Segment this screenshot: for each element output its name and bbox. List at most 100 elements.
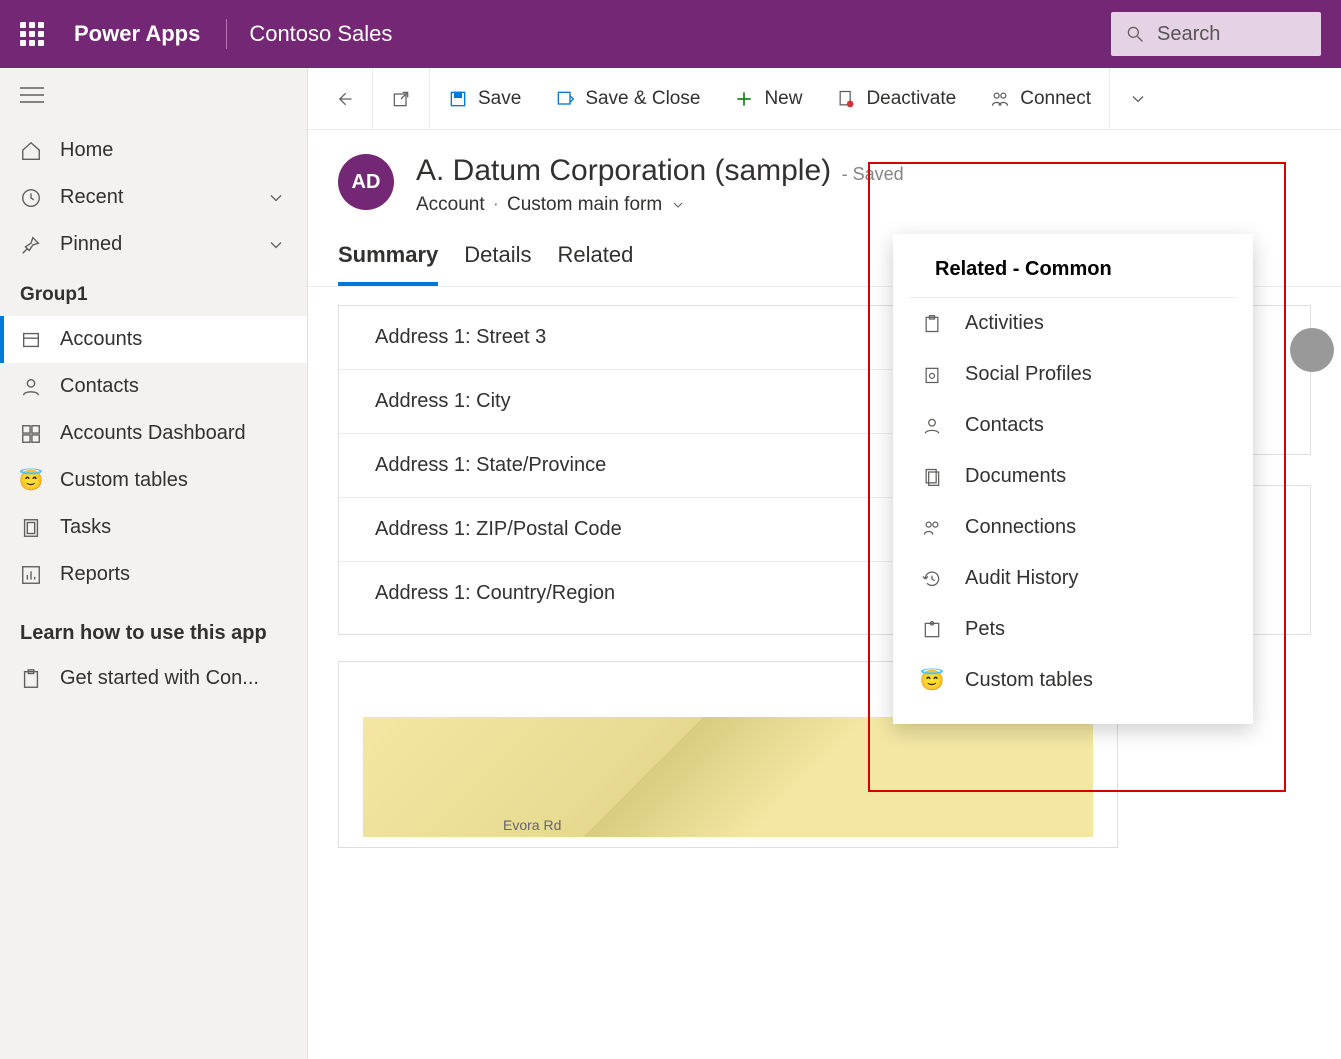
related-item-label: Connections — [965, 516, 1076, 539]
related-item-label: Custom tables — [965, 669, 1093, 692]
nav-label: Home — [60, 139, 113, 162]
sidebar-item-custom-tables[interactable]: 😇 Custom tables — [0, 457, 307, 504]
new-button[interactable]: New — [718, 68, 818, 129]
related-header: Related - Common — [909, 258, 1237, 298]
deactivate-label: Deactivate — [866, 88, 956, 110]
related-pets[interactable]: Pets — [893, 604, 1253, 655]
nav-recent[interactable]: Recent — [0, 174, 307, 221]
clipboard-icon — [921, 313, 943, 335]
sidebar-item-label: Accounts Dashboard — [60, 422, 246, 445]
related-dropdown: Related - Common Activities Social Profi… — [893, 234, 1253, 724]
related-item-label: Contacts — [965, 414, 1044, 437]
related-contacts[interactable]: Contacts — [893, 400, 1253, 451]
map-preview[interactable] — [363, 717, 1093, 837]
sidebar-item-contacts[interactable]: Contacts — [0, 363, 307, 410]
related-documents[interactable]: Documents — [893, 451, 1253, 502]
nav-home[interactable]: Home — [0, 127, 307, 174]
sidebar-item-label: Get started with Con... — [60, 667, 259, 690]
nav-label: Recent — [60, 186, 123, 209]
entity-name: Account — [416, 194, 485, 216]
sidebar-item-label: Contacts — [60, 375, 139, 398]
popout-button[interactable] — [375, 68, 427, 129]
record-title: A. Datum Corporation (sample) — [416, 154, 831, 187]
emoji-icon: 😇 — [20, 470, 42, 492]
document-icon — [20, 517, 42, 539]
sidebar-item-dashboard[interactable]: Accounts Dashboard — [0, 410, 307, 457]
person-icon — [921, 415, 943, 437]
form-selector[interactable]: Custom main form — [507, 194, 662, 216]
history-icon — [921, 568, 943, 590]
search-placeholder: Search — [1157, 23, 1220, 46]
sidenav: Home Recent Pinned Group1 Accounts Conta… — [0, 68, 308, 1059]
related-item-label: Activities — [965, 312, 1044, 335]
save-icon — [448, 89, 468, 109]
separator — [1109, 68, 1110, 130]
back-button[interactable] — [318, 68, 370, 129]
tab-related[interactable]: Related — [558, 242, 634, 286]
connect-label: Connect — [1020, 88, 1091, 110]
tab-summary[interactable]: Summary — [338, 242, 438, 286]
related-item-label: Documents — [965, 465, 1066, 488]
separator — [429, 68, 430, 130]
chart-icon — [20, 564, 42, 586]
hamburger-button[interactable] — [0, 86, 307, 127]
saved-status: - Saved — [842, 164, 904, 184]
back-arrow-icon — [334, 89, 354, 109]
chevron-down-icon — [1128, 89, 1148, 109]
search-input[interactable]: Search — [1111, 12, 1321, 56]
group-label: Group1 — [0, 268, 307, 316]
save-close-button[interactable]: Save & Close — [539, 68, 716, 129]
related-item-label: Pets — [965, 618, 1005, 641]
new-label: New — [764, 88, 802, 110]
related-item-label: Audit History — [965, 567, 1078, 590]
separator — [372, 68, 373, 130]
plus-icon — [734, 89, 754, 109]
connect-button[interactable]: Connect — [974, 68, 1107, 129]
pin-icon — [20, 234, 42, 256]
connect-icon — [990, 89, 1010, 109]
save-close-label: Save & Close — [585, 88, 700, 110]
related-social[interactable]: Social Profiles — [893, 349, 1253, 400]
sidebar-item-label: Tasks — [60, 516, 111, 539]
avatar-placeholder — [1290, 328, 1334, 372]
learn-header: Learn how to use this app — [0, 598, 307, 655]
chevron-down-icon[interactable] — [670, 197, 686, 213]
sidebar-item-label: Accounts — [60, 328, 142, 351]
save-button[interactable]: Save — [432, 68, 537, 129]
tab-details[interactable]: Details — [464, 242, 531, 286]
sidebar-item-reports[interactable]: Reports — [0, 551, 307, 598]
clipboard-gear-icon — [921, 364, 943, 386]
puzzle-icon — [921, 619, 943, 641]
sidebar-item-accounts[interactable]: Accounts — [0, 316, 307, 363]
related-custom-tables[interactable]: 😇 Custom tables — [893, 655, 1253, 706]
sidebar-item-label: Custom tables — [60, 469, 188, 492]
related-connections[interactable]: Connections — [893, 502, 1253, 553]
command-bar: Save Save & Close New Deactivate Connect — [308, 68, 1341, 130]
overflow-button[interactable] — [1112, 68, 1164, 129]
popout-icon — [391, 89, 411, 109]
related-audit[interactable]: Audit History — [893, 553, 1253, 604]
dashboard-icon — [20, 423, 42, 445]
people-icon — [921, 517, 943, 539]
divider — [226, 19, 227, 49]
nav-label: Pinned — [60, 233, 122, 256]
main-area: Save Save & Close New Deactivate Connect — [308, 68, 1341, 1059]
brand-title: Power Apps — [74, 21, 200, 47]
related-activities[interactable]: Activities — [893, 298, 1253, 349]
sidebar-item-label: Reports — [60, 563, 130, 586]
search-icon — [1125, 24, 1145, 44]
nav-pinned[interactable]: Pinned — [0, 221, 307, 268]
deactivate-button[interactable]: Deactivate — [820, 68, 972, 129]
sidebar-item-getstarted[interactable]: Get started with Con... — [0, 655, 307, 702]
app-launcher-icon[interactable] — [20, 22, 44, 46]
hamburger-icon — [20, 86, 44, 104]
save-label: Save — [478, 88, 521, 110]
clipboard-icon — [20, 668, 42, 690]
chevron-down-icon — [265, 234, 287, 256]
chevron-down-icon — [265, 187, 287, 209]
document-icon — [921, 466, 943, 488]
save-close-icon — [555, 89, 575, 109]
sidebar-item-tasks[interactable]: Tasks — [0, 504, 307, 551]
dot-separator: · — [493, 194, 499, 216]
home-icon — [20, 140, 42, 162]
